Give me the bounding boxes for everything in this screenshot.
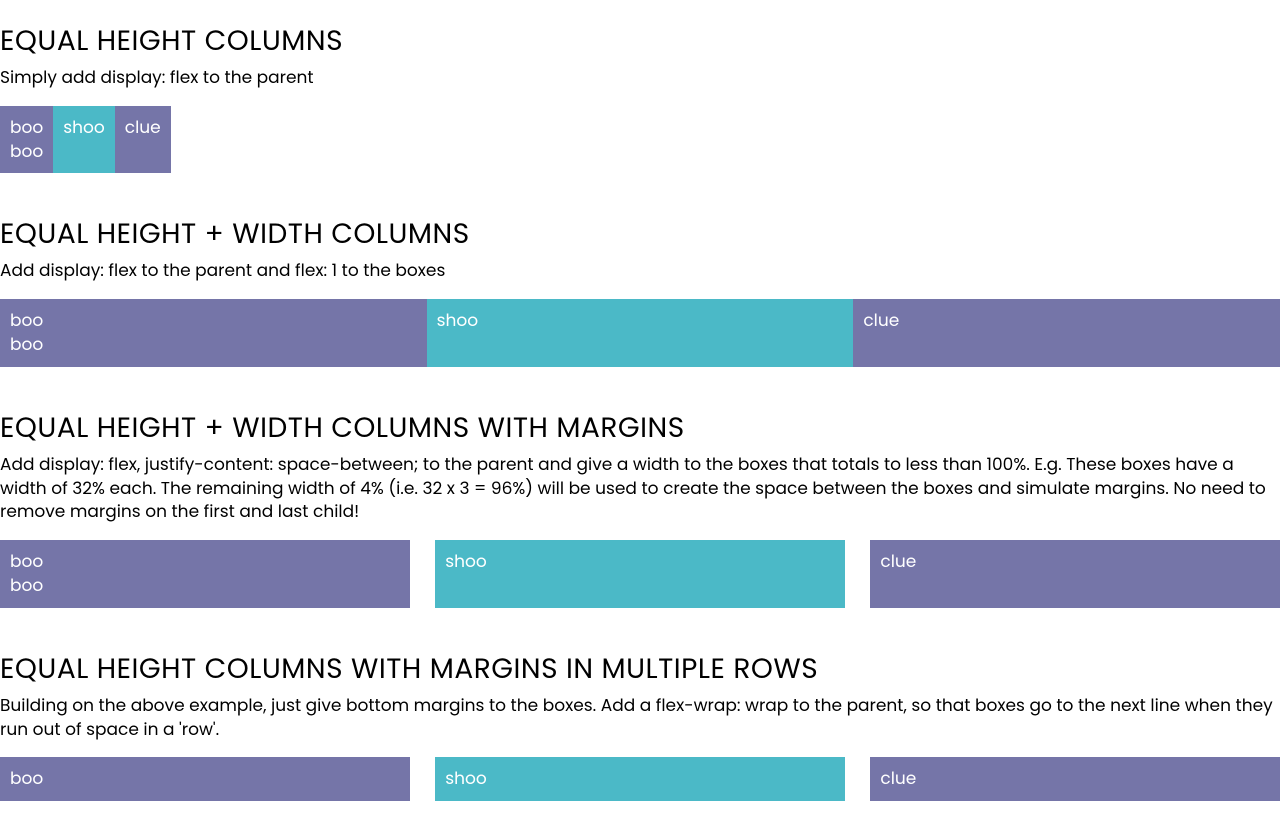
section-description: Simply add display: flex to the parent (0, 66, 1280, 90)
section-description: Add display: flex to the parent and flex… (0, 259, 1280, 283)
section-heading: EQUAL HEIGHT + WIDTH COLUMNS WITH MARGIN… (0, 407, 1280, 449)
demo-box: shoo (427, 299, 854, 367)
demo-box: shoo (53, 106, 115, 174)
demo-box: clue (853, 299, 1280, 367)
section-heading: EQUAL HEIGHT COLUMNS WITH MARGINS IN MUL… (0, 648, 1280, 690)
demo-box: clue (870, 540, 1280, 608)
demo-box: clue (870, 757, 1280, 801)
demo-box: shoo (435, 757, 845, 801)
demo-box: boo boo (0, 106, 53, 174)
example-row-wrap: boo shoo clue (0, 757, 1280, 817)
section-heading: EQUAL HEIGHT COLUMNS (0, 20, 1280, 62)
demo-box: boo (0, 757, 410, 801)
example-row-margins: boo boo shoo clue (0, 540, 1280, 608)
demo-box: clue (115, 106, 171, 174)
example-row-equal-hw: boo boo shoo clue (0, 299, 1280, 367)
demo-box: boo boo (0, 299, 427, 367)
section-description: Add display: flex, justify-content: spac… (0, 453, 1280, 524)
demo-box: boo boo (0, 540, 410, 608)
section-description: Building on the above example, just give… (0, 694, 1280, 742)
example-row-equal-height: boo boo shoo clue (0, 106, 1280, 174)
demo-box: shoo (435, 540, 845, 608)
section-heading: EQUAL HEIGHT + WIDTH COLUMNS (0, 213, 1280, 255)
